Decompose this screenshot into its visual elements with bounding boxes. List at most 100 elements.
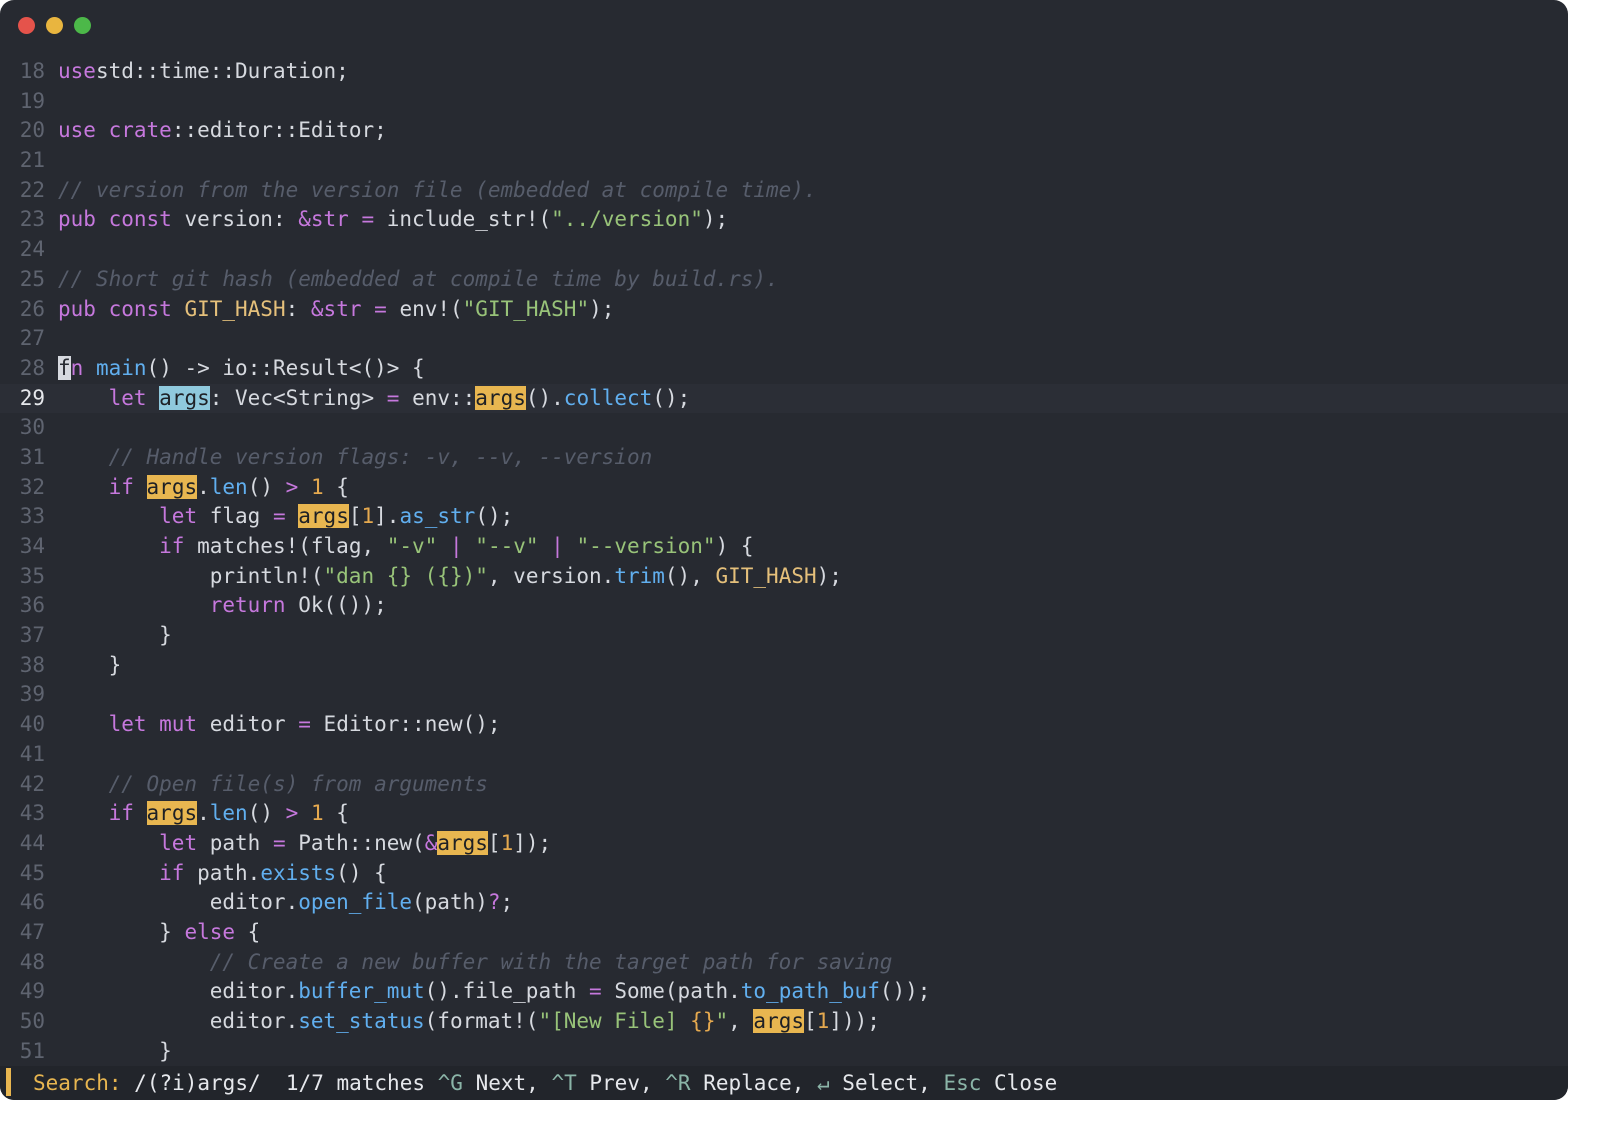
line-text: } [58, 1037, 172, 1067]
code-token: & [424, 830, 438, 855]
minimize-window-icon[interactable] [46, 17, 63, 34]
code-line[interactable]: 24 [0, 235, 1568, 265]
line-number: 27 [19, 326, 45, 351]
shortcut-hints: ^G Next, ^T Prev, ^R Replace, ↵ Select, … [438, 1071, 1058, 1095]
code-token: ])); [829, 1009, 880, 1033]
code-token: env!( [386, 296, 463, 321]
maximize-window-icon[interactable] [74, 17, 91, 34]
code-line[interactable]: 51 } [0, 1037, 1568, 1067]
code-line[interactable]: 35 println!("dan {} ({})", version.trim(… [0, 562, 1568, 592]
code-line[interactable]: 45 if path.exists() { [0, 859, 1568, 889]
code-token: main [95, 355, 147, 380]
code-token: (format!( [424, 1009, 539, 1033]
line-number: 26 [19, 296, 45, 321]
line-number: 41 [19, 741, 45, 766]
code-token: editor. [58, 979, 299, 1004]
code-line[interactable]: 39 [0, 680, 1568, 710]
code-line[interactable]: 25 // Short git hash (embedded at compile… [0, 265, 1568, 295]
code-line[interactable]: 19 [0, 87, 1568, 117]
code-editor[interactable]: 18 usestd::time::Duration; 19 20 use crate::… [0, 57, 1568, 1066]
code-line[interactable]: 29 let args: Vec<String> = env::args().c… [0, 383, 1568, 414]
search-pattern[interactable]: /(?i)args/ [134, 1071, 260, 1095]
code-token: "../version" [551, 207, 703, 232]
code-token: if [159, 860, 185, 885]
shortcut-action: Next, [462, 1071, 552, 1095]
line-number: 30 [19, 415, 45, 440]
line-number: 35 [19, 563, 45, 588]
code-token: } [58, 1038, 172, 1063]
line-text: editor.set_status(format!("[New File] {}… [58, 1007, 880, 1037]
code-line[interactable]: 44 let path = Path::new(&args[1]); [0, 829, 1568, 859]
code-token: std::time::Duration; [95, 59, 349, 83]
code-token: } [58, 623, 172, 648]
code-line[interactable]: 40 let mut editor = Editor::new(); [0, 710, 1568, 740]
code-line[interactable]: 22 // version from the version file (embe… [0, 176, 1568, 206]
code-token: &str [298, 207, 349, 232]
code-line[interactable]: 18 usestd::time::Duration; [0, 57, 1568, 87]
code-line[interactable]: 31 // Handle version flags: -v, --v, --v… [0, 443, 1568, 473]
line-text: let mut editor = Editor::new(); [58, 710, 501, 740]
code-line[interactable]: 34 if matches!(flag, "-v" | "--v" | "--v… [0, 532, 1568, 562]
close-window-icon[interactable] [18, 17, 35, 34]
code-line[interactable]: 26 pub const GIT_HASH: &str = env!("GIT_H… [0, 295, 1568, 325]
line-number: 45 [19, 860, 45, 885]
code-line[interactable]: 42 // Open file(s) from arguments [0, 770, 1568, 800]
code-token: ); [702, 207, 729, 232]
shortcut-key: Esc [943, 1071, 982, 1095]
code-token: ()); [879, 979, 931, 1004]
code-token: 1 [816, 1009, 830, 1033]
code-line[interactable]: 27 [0, 324, 1568, 354]
code-line[interactable]: 46 editor.open_file(path)?; [0, 888, 1568, 918]
code-token: [ [348, 504, 362, 529]
code-token: include_str!( [374, 207, 552, 232]
code-token: ::editor::Editor; [171, 118, 387, 143]
code-token: env:: [399, 385, 476, 410]
search-match-highlight: args [159, 385, 210, 410]
line-text: } [58, 621, 172, 651]
code-token: = [374, 296, 387, 321]
shortcut-action: Close [981, 1071, 1058, 1095]
shortcut-action: Prev, [576, 1071, 666, 1095]
line-text: if args.len() > 1 { [58, 799, 349, 829]
code-line[interactable]: 21 [0, 146, 1568, 176]
code-line[interactable]: 43 if args.len() > 1 { [0, 799, 1568, 829]
code-line[interactable]: 36 return Ok(()); [0, 591, 1568, 621]
code-line[interactable]: 37 } [0, 621, 1568, 651]
code-token: . [197, 474, 210, 499]
code-token: pub const [58, 296, 172, 321]
code-line[interactable]: 38 } [0, 651, 1568, 681]
code-token: return [209, 593, 286, 618]
code-line[interactable]: 32 if args.len() > 1 { [0, 473, 1568, 503]
code-line[interactable]: 48 // Create a new buffer with the targe… [0, 948, 1568, 978]
code-line[interactable]: 49 editor.buffer_mut().file_path = Some(… [0, 977, 1568, 1007]
code-line[interactable]: 47 } else { [0, 918, 1568, 948]
code-line[interactable]: 41 [0, 740, 1568, 770]
code-token: editor [197, 712, 299, 737]
line-number: 37 [19, 623, 45, 648]
code-line[interactable]: 28 fn main() -> io::Result<()> { [0, 354, 1568, 384]
code-token: " [715, 1009, 729, 1033]
code-line[interactable]: 23 pub const version: &str = include_str!… [0, 205, 1568, 235]
line-number: 38 [19, 652, 45, 677]
code-line[interactable]: 33 let flag = args[1].as_str(); [0, 502, 1568, 532]
code-line[interactable]: 50 editor.set_status(format!("[New File]… [0, 1007, 1568, 1037]
code-token: GIT_HASH [184, 296, 286, 321]
code-token: { [323, 801, 349, 826]
shortcut-key: ↵ [817, 1071, 830, 1095]
line-text: let flag = args[1].as_str(); [58, 502, 513, 532]
line-number: 34 [19, 534, 45, 558]
code-token: > [285, 801, 299, 826]
code-line[interactable]: 30 [0, 413, 1568, 443]
code-token: path. [184, 860, 261, 885]
code-token: {} [690, 1009, 716, 1033]
code-token: { [323, 474, 349, 499]
line-number: 46 [19, 890, 45, 915]
code-line[interactable]: 20 use crate::editor::Editor; [0, 116, 1568, 146]
code-token: "-v" [386, 534, 438, 558]
code-token: // Short git hash (embedded at compile t… [58, 266, 779, 291]
